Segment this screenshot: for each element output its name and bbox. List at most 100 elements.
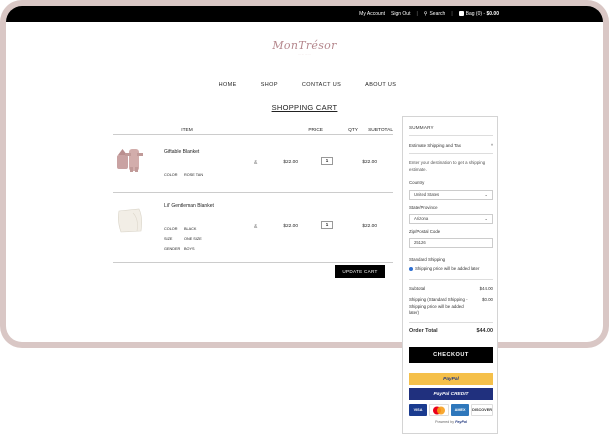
shipping-method-option[interactable]: Shipping price will be added later — [409, 266, 479, 271]
zip-value: 25126 — [414, 240, 426, 245]
chevron-down-icon: ⌄ — [484, 216, 488, 221]
item-subtotal: $22.00 — [362, 224, 377, 229]
item-price: $22.00 — [283, 160, 298, 165]
attr-key: COLOR — [164, 227, 178, 231]
attr-key: COLOR — [164, 173, 178, 177]
header-price: PRICE — [308, 127, 323, 133]
country-value: United States — [414, 192, 440, 197]
state-label: State/Province — [409, 205, 438, 210]
brand-tagline: ... ... ... ... — [298, 52, 311, 56]
divider: | — [416, 11, 418, 17]
search-icon: ⚲ — [423, 11, 428, 17]
nav-contact[interactable]: CONTACT US — [296, 82, 341, 88]
mastercard-icon — [429, 404, 450, 416]
bag-label: Bag (0) — [465, 11, 483, 17]
item-price: $22.00 — [283, 224, 298, 229]
divider — [409, 322, 493, 323]
attr-value: ROSE TAN — [184, 173, 204, 177]
my-account-link[interactable]: My Account — [359, 11, 385, 17]
qty-input[interactable]: 1 — [321, 157, 333, 165]
subtotal-row: Subtotal $44.00 — [409, 286, 493, 293]
cart-row: Lil' Gentleman Blanket COLOR BLACK SIZE … — [113, 193, 393, 263]
chevron-down-icon: ⌄ — [484, 192, 488, 197]
divider: | — [451, 11, 453, 17]
paypal-credit-button[interactable]: PayPal CREDIT — [409, 388, 493, 400]
divider — [409, 135, 493, 136]
sign-out-link[interactable]: Sign Out — [391, 11, 410, 17]
main-nav: HOME SHOP CONTACT US ABOUT US — [6, 82, 603, 88]
brand-name: MonTrésor — [272, 39, 337, 52]
estimate-label: Estimate Shipping and Tax — [409, 143, 461, 148]
update-cart-button[interactable]: UPDATE CART — [335, 265, 385, 278]
country-label: Country — [409, 180, 425, 185]
shipping-label: Shipping (Standard Shipping - Shipping p… — [409, 297, 468, 315]
chevron-up-icon: ^ — [490, 143, 493, 148]
browser-screen: My Account Sign Out | ⚲ Search | Bag (0) … — [6, 6, 603, 342]
product-image-lil-gentleman-blanket[interactable] — [115, 205, 145, 235]
remove-item-icon[interactable]: & — [254, 224, 257, 230]
attr-value: BOYS — [184, 247, 195, 251]
shipping-row: Shipping (Standard Shipping - Shipping p… — [409, 297, 493, 317]
powered-brand: PayPal — [455, 420, 467, 424]
cart-row: Giftable Blanket COLOR ROSE TAN & $22.00… — [113, 135, 393, 193]
bag-total: $0.00 — [486, 11, 499, 17]
order-total-label: Order Total — [409, 328, 438, 334]
header-subtotal: SUBTOTAL — [368, 127, 393, 133]
order-total-row: Order Total $44.00 — [409, 328, 493, 335]
country-select[interactable]: United States ⌄ — [409, 190, 493, 200]
zip-input[interactable]: 25126 — [409, 238, 493, 248]
attr-value: BLACK — [184, 227, 197, 231]
search-link[interactable]: ⚲ Search — [424, 11, 446, 17]
cart-header-row: ITEM PRICE QTY SUBTOTAL — [113, 126, 393, 135]
discover-icon: DISCOVER — [471, 404, 493, 416]
attr-key: GENDER — [164, 247, 181, 251]
nav-home[interactable]: HOME — [213, 82, 237, 88]
attr-value: ONE SIZE — [184, 237, 202, 241]
nav-about[interactable]: ABOUT US — [359, 82, 396, 88]
attr-key: SIZE — [164, 237, 173, 241]
amex-icon: AMEX — [451, 404, 470, 416]
product-name[interactable]: Giftable Blanket — [164, 149, 199, 155]
shipping-method-note: Shipping price will be added later — [415, 266, 480, 271]
subtotal-value: $44.00 — [479, 286, 493, 291]
estimate-hint: Enter your destination to get a shipping… — [409, 160, 486, 172]
visa-icon: VISA — [409, 404, 428, 416]
item-subtotal: $22.00 — [362, 160, 377, 165]
state-select[interactable]: Arizona ⌄ — [409, 214, 493, 224]
product-image-giftable-blanket[interactable] — [115, 145, 145, 175]
divider — [409, 153, 493, 154]
zip-label: Zip/Postal Code — [409, 229, 441, 234]
divider — [409, 279, 493, 280]
device-frame: My Account Sign Out | ⚲ Search | Bag (0) … — [0, 0, 609, 348]
cart-table: ITEM PRICE QTY SUBTOTAL Giftable Blanket — [113, 126, 393, 263]
checkout-button[interactable]: CHECKOUT — [409, 347, 493, 363]
product-attr-color: COLOR ROSE TAN — [164, 173, 203, 177]
header-qty: QTY — [348, 127, 358, 133]
top-utility-bar: My Account Sign Out | ⚲ Search | Bag (0) … — [6, 6, 603, 22]
product-attr-size: SIZE ONE SIZE — [164, 237, 202, 241]
shipping-value: $0.00 — [482, 297, 493, 302]
product-name[interactable]: Lil' Gentleman Blanket — [164, 203, 214, 209]
remove-item-icon[interactable]: & — [254, 160, 257, 166]
radio-selected-icon — [409, 266, 413, 271]
summary-title: SUMMARY — [409, 125, 434, 130]
order-total-value: $44.00 — [476, 328, 494, 334]
product-attr-gender: GENDER BOYS — [164, 247, 195, 251]
header-item: ITEM — [181, 127, 193, 133]
state-value: Arizona — [414, 216, 429, 221]
powered-by-paypal: Powered by PayPal — [409, 420, 493, 424]
shipping-method-title: Standard Shipping — [409, 257, 446, 262]
bag-link[interactable]: Bag (0) - $0.00 — [458, 11, 499, 17]
qty-input[interactable]: 1 — [321, 221, 333, 229]
subtotal-label: Subtotal — [409, 286, 426, 291]
paypal-button[interactable]: PayPal — [409, 373, 493, 385]
search-label: Search — [429, 11, 446, 17]
brand-logo[interactable]: MonTrésor ... ... ... ... — [6, 39, 603, 56]
payment-cards: VISA AMEX DISCOVER — [409, 404, 493, 416]
order-summary-panel: SUMMARY Estimate Shipping and Tax ^ Ente… — [402, 116, 498, 434]
bag-icon — [458, 11, 464, 17]
nav-shop[interactable]: SHOP — [255, 82, 278, 88]
estimate-shipping-toggle[interactable]: Estimate Shipping and Tax ^ — [409, 143, 493, 148]
page-title: SHOPPING CART — [271, 103, 338, 112]
product-attr-color: COLOR BLACK — [164, 227, 196, 231]
